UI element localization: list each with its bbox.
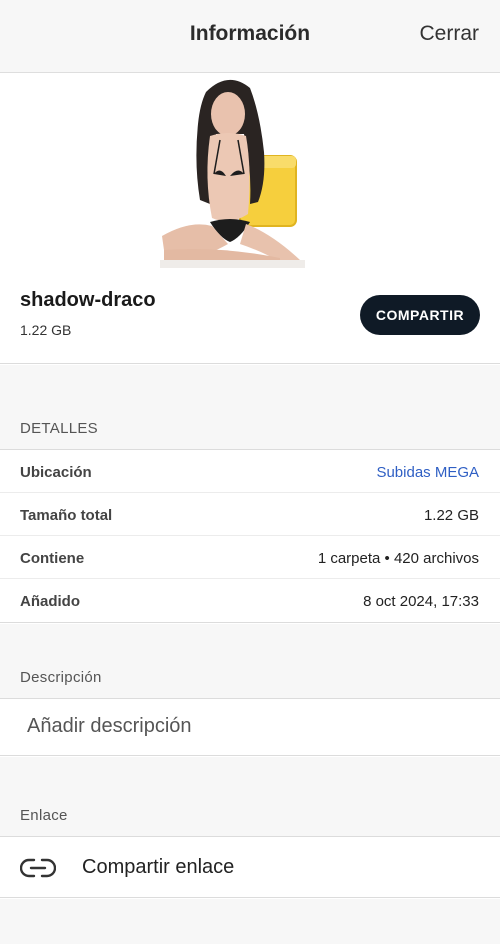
detail-key: Tamaño total	[20, 507, 113, 524]
detail-key: Ubicación	[20, 464, 92, 481]
detail-value: 1 carpeta • 420 archivos	[317, 550, 479, 567]
location-link[interactable]: Subidas MEGA	[376, 464, 479, 481]
detail-key: Contiene	[20, 550, 85, 567]
share-link-label: Compartir enlace	[82, 856, 235, 878]
link-icon	[20, 858, 56, 878]
item-size: 1.22 GB	[20, 322, 72, 338]
detail-row-location[interactable]: Ubicación Subidas MEGA	[0, 450, 500, 493]
item-summary: shadow-draco 1.22 GB COMPARTIR	[0, 74, 500, 364]
detail-value: 8 oct 2024, 17:33	[363, 593, 479, 610]
detail-value: 1.22 GB	[423, 507, 479, 524]
folder-thumbnail	[160, 74, 305, 268]
link-heading: Enlace	[20, 807, 68, 824]
link-header-area: Enlace	[0, 757, 500, 836]
description-heading: Descripción	[20, 669, 102, 686]
top-bar: Información Cerrar	[0, 0, 500, 73]
details-heading: DETALLES	[20, 420, 98, 437]
close-button[interactable]: Cerrar	[419, 22, 479, 46]
details-header-area: DETALLES	[0, 365, 500, 449]
bottom-spacer	[0, 899, 500, 944]
share-button[interactable]: COMPARTIR	[360, 295, 480, 335]
details-list: Ubicación Subidas MEGA Tamaño total 1.22…	[0, 449, 500, 623]
detail-key: Añadido	[20, 593, 80, 610]
share-link-row[interactable]: Compartir enlace	[0, 836, 500, 898]
item-name: shadow-draco	[20, 289, 156, 311]
detail-row-contains: Contiene 1 carpeta • 420 archivos	[0, 536, 500, 579]
description-placeholder[interactable]: Añadir descripción	[27, 715, 192, 738]
description-field[interactable]: Añadir descripción	[0, 698, 500, 756]
detail-row-total-size: Tamaño total 1.22 GB	[0, 493, 500, 536]
detail-row-added: Añadido 8 oct 2024, 17:33	[0, 579, 500, 622]
description-header-area: Descripción	[0, 624, 500, 698]
